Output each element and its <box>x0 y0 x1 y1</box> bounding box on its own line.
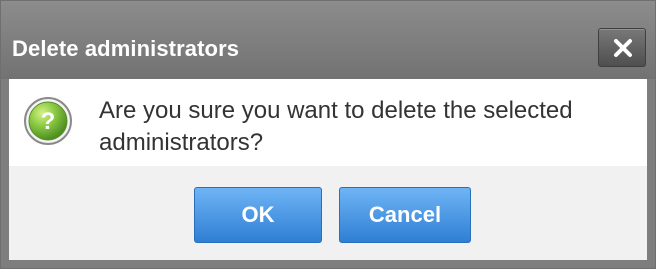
dialog-footer: OK Cancel <box>9 166 647 260</box>
question-icon: ? <box>24 97 72 145</box>
cancel-button[interactable]: Cancel <box>339 187 471 243</box>
ok-button[interactable]: OK <box>194 187 322 243</box>
delete-administrators-dialog: Delete administrators ? Are you sure you… <box>0 0 656 269</box>
dialog-titlebar: Delete administrators <box>1 1 655 79</box>
close-icon <box>614 39 632 57</box>
svg-text:?: ? <box>41 108 56 135</box>
confirmation-message: Are you sure you want to delete the sele… <box>99 97 573 156</box>
message-area: ? Are you sure you want to delete the se… <box>9 79 647 166</box>
dialog-title: Delete administrators <box>12 36 240 61</box>
close-button[interactable] <box>598 28 646 67</box>
